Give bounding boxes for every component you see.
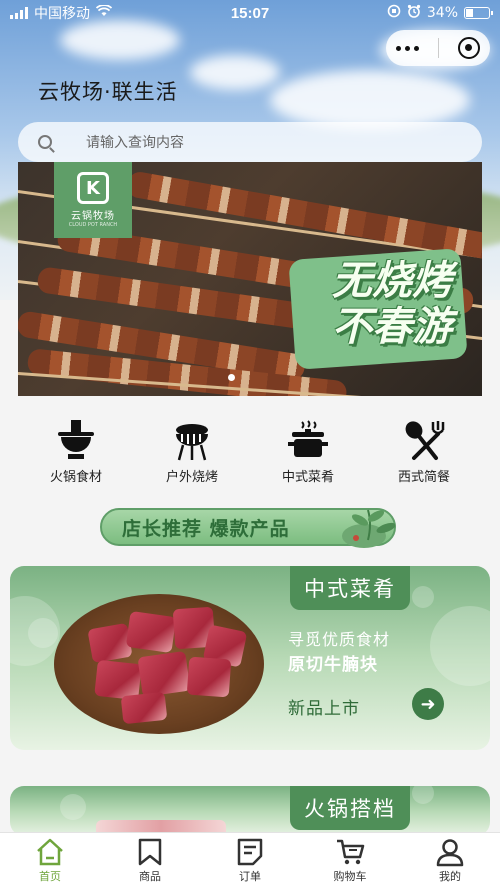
card-subtitle: 寻觅优质食材: [288, 630, 391, 649]
tab-label: 我的: [439, 870, 461, 883]
signal-icon: [10, 7, 28, 19]
clock: 15:07: [230, 4, 270, 22]
banner-slogan: 无烧烤 不春游: [332, 258, 452, 350]
hotpot-icon: [58, 420, 94, 459]
home-icon: [37, 838, 63, 866]
category-western[interactable]: 西式简餐: [374, 418, 474, 485]
bottom-tab-bar: 首页 商品 订单 购物车 我的: [0, 832, 500, 888]
category-chinese[interactable]: 中式菜肴: [258, 418, 358, 485]
search-bar[interactable]: 请输入查询内容: [18, 122, 482, 162]
carrier-label: 中国移动: [34, 6, 90, 22]
tab-home[interactable]: 首页: [10, 837, 90, 884]
recommend-banner[interactable]: 店长推荐 爆款产品: [100, 508, 396, 548]
category-label: 火锅食材: [49, 470, 102, 485]
tab-products[interactable]: 商品: [110, 837, 190, 884]
tab-label: 首页: [39, 870, 61, 883]
bookmark-icon: [138, 838, 162, 866]
product-card[interactable]: 中式菜肴 寻觅优质食材 原切牛腩块 新品上市 ➜: [10, 566, 490, 750]
card-category-tab[interactable]: 火锅搭档: [290, 786, 410, 830]
card-product-name: 原切牛腩块: [288, 655, 378, 675]
cart-icon: [337, 839, 365, 865]
tab-label: 订单: [239, 870, 261, 883]
category-label: 西式简餐: [397, 470, 450, 485]
close-mini-program-icon[interactable]: [458, 37, 481, 59]
category-bbq[interactable]: 户外烧烤: [142, 418, 242, 485]
slogan-line-1: 无烧烤: [332, 258, 452, 304]
status-bar: 中国移动 15:07 34%: [0, 0, 500, 26]
battery-percent: 34%: [426, 5, 458, 21]
user-icon: [436, 839, 464, 867]
slogan-line-2: 不春游: [332, 304, 452, 350]
cooking-pot-icon: [288, 420, 328, 457]
tab-label: 商品: [139, 870, 161, 883]
brand-logo-subtext: CLOUD POT RANCH: [68, 222, 118, 228]
fork-spatula-icon: [405, 421, 445, 460]
brand-logo-icon: K: [77, 172, 109, 204]
rotation-lock-icon: [387, 4, 401, 22]
pager-dot-active[interactable]: [228, 374, 235, 381]
arrow-right-icon[interactable]: ➜: [412, 688, 444, 720]
wifi-icon: [95, 4, 113, 21]
leaf-decoration-icon: [342, 509, 396, 548]
card-cta-label: 新品上市: [288, 699, 360, 719]
search-icon: [38, 135, 52, 149]
promo-banner[interactable]: K 云锅牧场 CLOUD POT RANCH 无烧烤 不春游: [18, 162, 482, 396]
more-menu-icon[interactable]: [395, 45, 419, 51]
category-nav: 火锅食材 户外烧烤 中式菜肴 西式简餐: [18, 418, 482, 485]
recommend-label: 店长推荐 爆款产品: [122, 517, 290, 540]
tab-label: 购物车: [333, 870, 367, 883]
category-label: 户外烧烤: [165, 470, 218, 485]
search-input[interactable]: 请输入查询内容: [86, 132, 184, 152]
tab-orders[interactable]: 订单: [210, 837, 290, 884]
mini-program-capsule: [386, 30, 490, 66]
category-label: 中式菜肴: [281, 470, 334, 485]
page-title: 云牧场·联生活: [38, 80, 178, 104]
brand-logo: K 云锅牧场 CLOUD POT RANCH: [54, 162, 132, 238]
battery-icon: [464, 7, 493, 19]
card-category-tab[interactable]: 中式菜肴: [290, 566, 410, 610]
category-hotpot[interactable]: 火锅食材: [26, 418, 126, 485]
order-icon: [237, 838, 263, 866]
banner-pager: [228, 374, 235, 381]
product-card[interactable]: 火锅搭档: [10, 786, 490, 836]
tab-cart[interactable]: 购物车: [310, 837, 390, 884]
tab-profile[interactable]: 我的: [410, 837, 490, 884]
grill-icon: [176, 424, 208, 461]
brand-logo-text: 云锅牧场: [71, 211, 115, 222]
alarm-icon: [407, 4, 421, 22]
